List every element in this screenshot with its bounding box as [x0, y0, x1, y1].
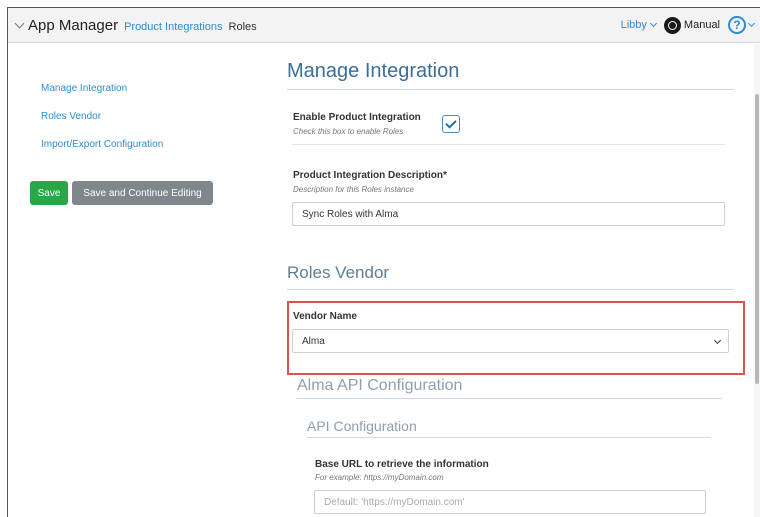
- chevron-down-icon: [713, 336, 722, 345]
- top-bar: App Manager Product Integrations Roles L…: [8, 8, 760, 43]
- alma-api-heading: Alma API Configuration: [297, 377, 463, 394]
- alma-divider: [297, 398, 722, 399]
- base-url-label: Base URL to retrieve the information: [315, 459, 489, 470]
- api-divider: [307, 437, 711, 438]
- scrollbar[interactable]: [754, 44, 760, 517]
- sidebar-item-import-export[interactable]: Import/Export Configuration: [41, 139, 163, 150]
- breadcrumb-product-integrations[interactable]: Product Integrations: [124, 21, 222, 33]
- enable-integration-label: Enable Product Integration: [293, 112, 421, 123]
- vendor-name-label: Vendor Name: [293, 311, 357, 322]
- chevron-down-icon[interactable]: [14, 18, 25, 29]
- save-button[interactable]: Save: [30, 181, 68, 205]
- description-label: Product Integration Description*: [293, 170, 447, 181]
- manual-label: Manual: [683, 19, 720, 31]
- base-url-hint: For example: https://myDomain.com: [315, 473, 444, 482]
- breadcrumb-current: Roles: [228, 21, 257, 33]
- user-menu[interactable]: Libby: [620, 19, 657, 31]
- sidebar-item-roles-vendor[interactable]: Roles Vendor: [41, 111, 101, 122]
- description-hint: Description for this Roles instance: [293, 185, 414, 194]
- page-title: Manage Integration: [287, 60, 460, 82]
- manual-icon: [663, 16, 681, 34]
- breadcrumb: App Manager Product Integrations Roles: [14, 17, 257, 34]
- manual-link[interactable]: Manual: [663, 16, 720, 34]
- save-and-continue-button[interactable]: Save and Continue Editing: [72, 181, 213, 205]
- help-menu[interactable]: ?: [728, 16, 756, 34]
- vendor-name-select[interactable]: Alma: [292, 329, 729, 353]
- divider: [292, 144, 725, 145]
- roles-vendor-heading: Roles Vendor: [287, 263, 390, 282]
- chevron-down-icon: [649, 19, 657, 27]
- vendor-selected-value: Alma: [302, 335, 325, 347]
- base-url-input[interactable]: Default: 'https://myDomain.com': [314, 490, 706, 514]
- api-config-heading: API Configuration: [307, 418, 417, 434]
- sidebar-item-manage-integration[interactable]: Manage Integration: [41, 83, 127, 94]
- user-name: Libby: [620, 19, 647, 31]
- title-divider: [287, 89, 734, 90]
- chevron-down-icon: [747, 19, 756, 27]
- enable-integration-checkbox[interactable]: [442, 115, 460, 133]
- scrollbar-thumb[interactable]: [755, 94, 759, 384]
- enable-integration-hint: Check this box to enable Roles: [293, 127, 404, 136]
- help-icon: ?: [728, 16, 746, 34]
- app-window: App Manager Product Integrations Roles L…: [7, 7, 760, 517]
- app-title[interactable]: App Manager: [28, 17, 118, 34]
- vendor-divider: [287, 289, 734, 290]
- description-input[interactable]: Sync Roles with Alma: [292, 202, 725, 226]
